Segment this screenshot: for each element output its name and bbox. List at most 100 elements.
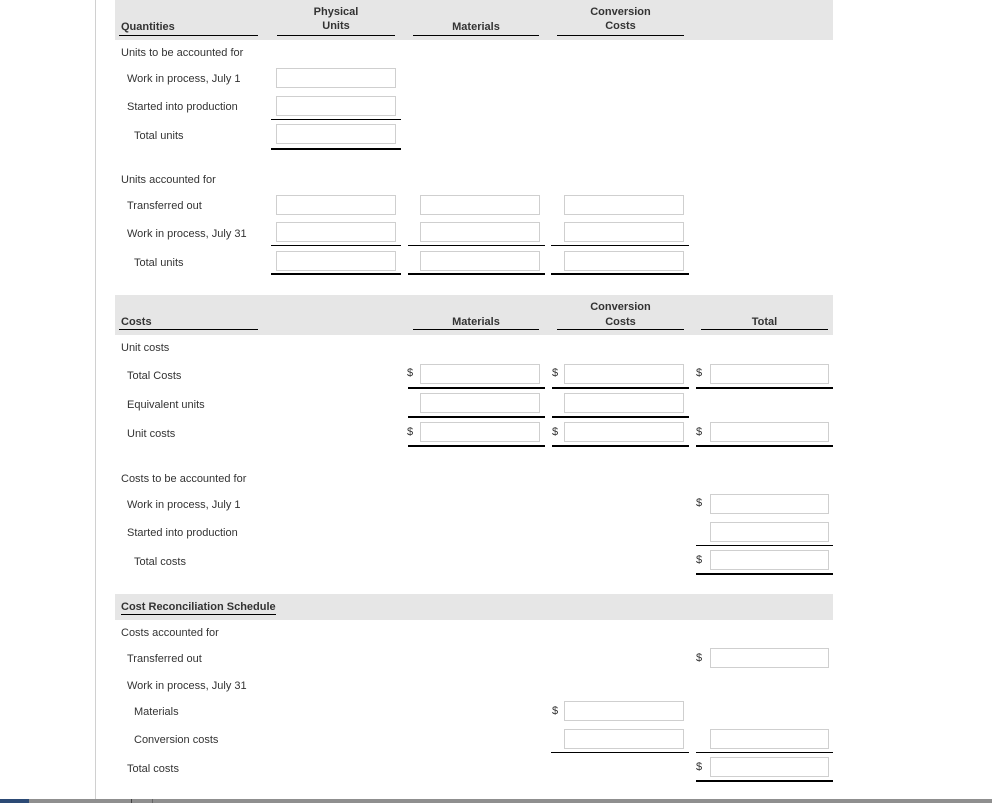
col-header-conversion-l1: Conversion: [590, 6, 651, 18]
reconciliation-title: Cost Reconciliation Schedule: [121, 600, 276, 615]
row-label-wip-july1: Work in process, July 1: [127, 73, 241, 85]
units-accounted-label: Units accounted for: [121, 174, 216, 186]
dollar-sign: $: [696, 554, 703, 566]
costs-col-underline-materials: [413, 329, 539, 330]
cost-wip-july1-total-input[interactable]: [710, 494, 829, 514]
wip-july31-conversion-input[interactable]: [564, 222, 684, 242]
rec-subtotal-line-total: [696, 752, 833, 753]
cost-started-total-input[interactable]: [710, 522, 829, 542]
dollar-sign: $: [696, 367, 703, 379]
cost-total-line: [696, 573, 833, 575]
equivalent-units-materials-input[interactable]: [420, 393, 540, 413]
unit-costs-section-label: Unit costs: [121, 342, 170, 354]
col-header-physical-l1: Physical: [313, 6, 359, 18]
dollar-sign: $: [696, 761, 703, 773]
total-units-conversion-input[interactable]: [564, 251, 684, 271]
row-label-rec-conversion: Conversion costs: [134, 734, 219, 746]
row-label-cost-total: Total costs: [134, 556, 186, 568]
costs-to-be-accounted-label: Costs to be accounted for: [121, 473, 247, 485]
transferred-out-materials-input[interactable]: [420, 195, 540, 215]
taskbar-separator: [152, 799, 153, 803]
col-underline-conversion: [557, 35, 684, 36]
total-costs-line-conversion: [552, 387, 689, 389]
costs-col-header-conversion-l2: Costs: [605, 316, 636, 328]
costs-col-header-materials: Materials: [452, 316, 500, 328]
units-to-be-accounted-label: Units to be accounted for: [121, 47, 244, 59]
row-label-cost-started: Started into production: [127, 527, 238, 539]
cost-total-input[interactable]: [710, 550, 829, 570]
taskbar-start-block[interactable]: [0, 799, 29, 803]
unit-costs-line-total: [696, 445, 833, 447]
cost-subtotal-line: [696, 545, 833, 546]
total-costs-materials-input[interactable]: [420, 364, 540, 384]
costs-accounted-label: Costs accounted for: [121, 627, 219, 639]
col-underline-materials: [413, 35, 539, 36]
dollar-sign: $: [407, 367, 414, 379]
total-costs-line-materials: [408, 387, 545, 389]
wip-july31-materials-input[interactable]: [420, 222, 540, 242]
row-label-rec-materials: Materials: [134, 706, 179, 718]
wip-july31-physical-input[interactable]: [276, 222, 396, 242]
transferred-out-conversion-input[interactable]: [564, 195, 684, 215]
costs-col-underline-total: [701, 329, 828, 330]
total-units-materials-input[interactable]: [420, 251, 540, 271]
total-units-physical-input[interactable]: [276, 124, 396, 144]
subtotal-line-physical: [271, 119, 401, 120]
dollar-sign: $: [552, 705, 559, 717]
row-label-equivalent-units: Equivalent units: [127, 399, 205, 411]
unit-costs-conversion-input[interactable]: [564, 422, 684, 442]
costs-col-header-conversion-l1: Conversion: [590, 301, 651, 313]
costs-col-underline-conversion: [557, 329, 684, 330]
row-label-total-costs: Total Costs: [127, 370, 182, 382]
equivalent-units-conversion-input[interactable]: [564, 393, 684, 413]
costs-title-underline: [119, 329, 258, 330]
rec-subtotal-line-conversion: [551, 752, 689, 753]
dollar-sign: $: [696, 497, 703, 509]
row-label-rec-total-costs: Total costs: [127, 763, 179, 775]
total-line-conversion: [551, 273, 689, 275]
col-header-materials: Materials: [452, 21, 500, 33]
content-left-border: [95, 0, 96, 799]
total-line-materials: [408, 273, 545, 275]
row-label-started: Started into production: [127, 101, 238, 113]
rec-conversion-input[interactable]: [564, 729, 684, 749]
unit-costs-line-materials: [408, 445, 545, 447]
subtotal-line-conversion: [551, 245, 689, 246]
subtotal-line-physical-2: [271, 245, 401, 246]
rec-wip-total-input[interactable]: [710, 729, 829, 749]
dollar-sign: $: [552, 367, 559, 379]
unit-costs-total-input[interactable]: [710, 422, 829, 442]
quantities-title-underline: [119, 35, 258, 36]
dollar-sign: $: [696, 652, 703, 664]
taskbar-separator: [131, 799, 132, 803]
equivalent-units-line-conversion: [552, 416, 689, 418]
dollar-sign: $: [552, 426, 559, 438]
rec-materials-input[interactable]: [564, 701, 684, 721]
dollar-sign: $: [407, 426, 414, 438]
total-units-physical-input-2[interactable]: [276, 251, 396, 271]
rec-transferred-out-input[interactable]: [710, 648, 829, 668]
transferred-out-physical-input[interactable]: [276, 195, 396, 215]
row-label-rec-wip-july31: Work in process, July 31: [127, 680, 247, 692]
row-label-cost-wip-july1: Work in process, July 1: [127, 499, 241, 511]
row-label-unit-costs: Unit costs: [127, 428, 176, 440]
rec-total-costs-input[interactable]: [710, 757, 829, 777]
total-costs-line-total: [696, 387, 833, 389]
unit-costs-line-conversion: [552, 445, 689, 447]
total-line-physical: [271, 148, 401, 150]
started-physical-input[interactable]: [276, 96, 396, 116]
bottom-taskbar: [0, 799, 992, 803]
wip-july1-physical-input[interactable]: [276, 68, 396, 88]
dollar-sign: $: [696, 426, 703, 438]
quantities-title: Quantities: [121, 21, 175, 33]
total-costs-conversion-input[interactable]: [564, 364, 684, 384]
col-underline-physical: [277, 35, 395, 36]
col-header-conversion-l2: Costs: [605, 20, 636, 32]
row-label-total-units-1: Total units: [134, 130, 184, 142]
row-label-transferred-out: Transferred out: [127, 200, 202, 212]
total-costs-total-input[interactable]: [710, 364, 829, 384]
unit-costs-materials-input[interactable]: [420, 422, 540, 442]
row-label-wip-july31: Work in process, July 31: [127, 228, 247, 240]
total-line-physical-2: [271, 273, 401, 275]
subtotal-line-materials: [408, 245, 545, 246]
